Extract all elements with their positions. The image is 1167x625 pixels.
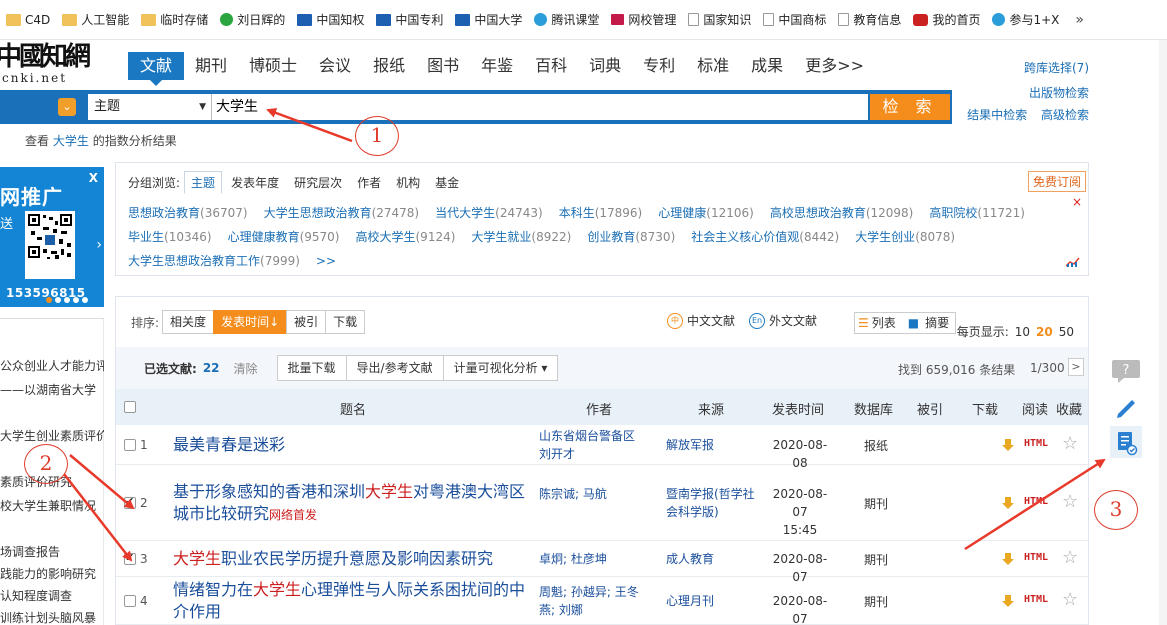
annotation-arrow-2b bbox=[63, 473, 133, 562]
annotation-arrow-3 bbox=[964, 458, 1106, 551]
annotation-circle-1: 1 bbox=[355, 116, 399, 156]
annotation-circle-2: 2 bbox=[24, 444, 68, 484]
annotation-circle-3: 3 bbox=[1094, 490, 1138, 530]
annotation-overlay bbox=[63, 108, 1106, 562]
annotation-arrow-1 bbox=[266, 108, 353, 143]
annotation-arrow-2a bbox=[69, 454, 135, 510]
